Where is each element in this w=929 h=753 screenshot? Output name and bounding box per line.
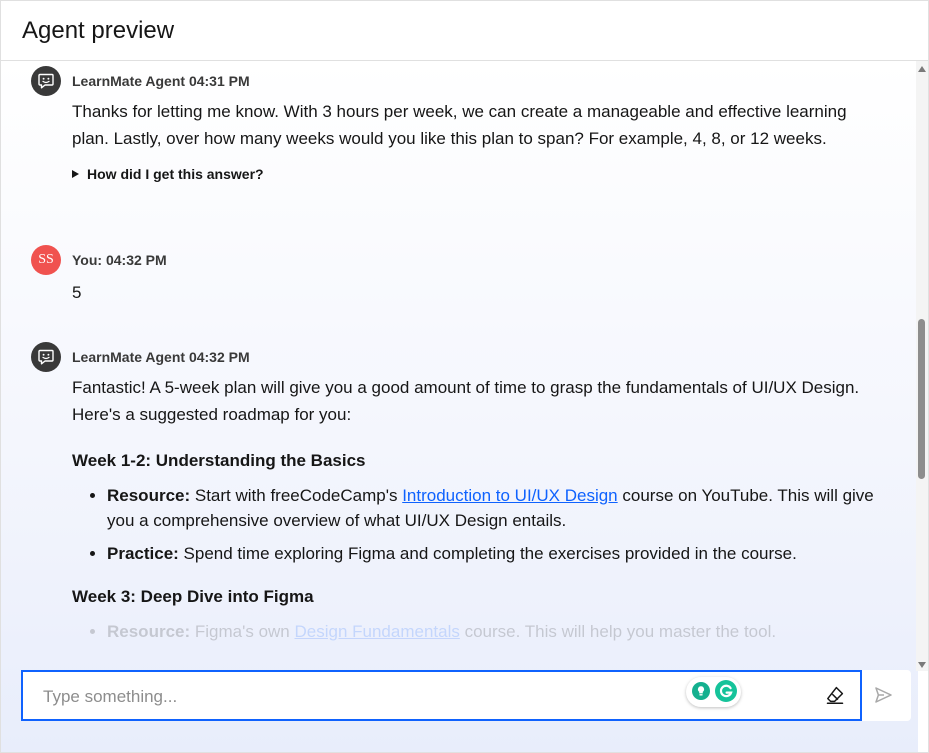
list-item: Practice: Spend time exploring Figma and… (107, 541, 878, 567)
answer-explanation-label: How did I get this answer? (87, 166, 264, 182)
point-text: course. This will help you master the to… (459, 621, 777, 641)
point-text: Start with freeCodeCamp's (190, 485, 403, 505)
message-input-box[interactable] (21, 670, 862, 721)
caret-right-icon (72, 170, 79, 178)
send-icon[interactable] (872, 684, 894, 706)
message-sender: LearnMate Agent 04:31 PM (72, 73, 250, 89)
agent-avatar (31, 66, 61, 96)
course-link[interactable]: Design Fundamentals (294, 622, 459, 641)
week-points: Resource: Figma's own Design Fundamental… (72, 619, 878, 645)
message-sender: LearnMate Agent 04:32 PM (72, 349, 250, 365)
user-avatar: SS (31, 245, 61, 275)
message-content: Fantastic! A 5-week plan will give you a… (72, 375, 878, 644)
scroll-up-arrow-icon[interactable] (918, 66, 926, 72)
message-text: 5 (72, 283, 82, 302)
course-link[interactable]: Introduction to UI/UX Design (402, 486, 617, 505)
message-intro: Fantastic! A 5-week plan will give you a… (72, 378, 860, 424)
message-input[interactable] (41, 684, 685, 710)
list-item: Resource: Start with freeCodeCamp's Intr… (107, 483, 878, 534)
message-header: LearnMate Agent 04:31 PM (31, 66, 878, 96)
agent-message: LearnMate Agent 04:32 PM Fantastic! A 5-… (31, 342, 878, 651)
panel-title: Agent preview (22, 16, 175, 44)
answer-explanation-toggle[interactable]: How did I get this answer? (72, 166, 878, 182)
chat-bot-icon (38, 349, 54, 365)
user-message: SS You: 04:32 PM 5 (31, 245, 878, 307)
message-text: Thanks for letting me know. With 3 hours… (72, 102, 847, 148)
scroll-down-arrow-icon[interactable] (918, 662, 926, 668)
week-heading: Week 3: Deep Dive into Figma (72, 587, 314, 606)
week-heading: Week 1-2: Understanding the Basics (72, 451, 366, 470)
panel-header: Agent preview (1, 1, 928, 61)
eraser-icon[interactable] (824, 684, 846, 706)
chat-scrollbar[interactable] (916, 61, 928, 671)
scrollbar-thumb[interactable] (918, 319, 925, 479)
grammarly-icon[interactable] (715, 680, 737, 702)
agent-avatar (31, 342, 61, 372)
chat-bot-icon (38, 73, 54, 89)
chat-history[interactable]: LearnMate Agent 04:31 PM Thanks for lett… (1, 61, 918, 752)
point-text: Figma's own (190, 621, 295, 641)
point-label: Resource: (107, 485, 191, 505)
writing-assistant-widget[interactable] (686, 677, 741, 707)
agent-message: LearnMate Agent 04:31 PM Thanks for lett… (31, 66, 878, 182)
week-points: Resource: Start with freeCodeCamp's Intr… (72, 483, 878, 567)
message-header: SS You: 04:32 PM (31, 245, 878, 275)
point-label: Resource: (107, 621, 191, 641)
list-item: Resource: Figma's own Design Fundamental… (107, 619, 878, 645)
lightbulb-icon[interactable] (692, 682, 710, 700)
point-label: Practice: (107, 543, 179, 563)
message-sender: You: 04:32 PM (72, 252, 167, 268)
message-header: LearnMate Agent 04:32 PM (31, 342, 878, 372)
message-composer (21, 670, 911, 721)
point-text: Spend time exploring Figma and completin… (178, 543, 797, 563)
agent-preview-panel: Agent preview LearnMate Agent 04:31 PM T… (0, 0, 929, 753)
